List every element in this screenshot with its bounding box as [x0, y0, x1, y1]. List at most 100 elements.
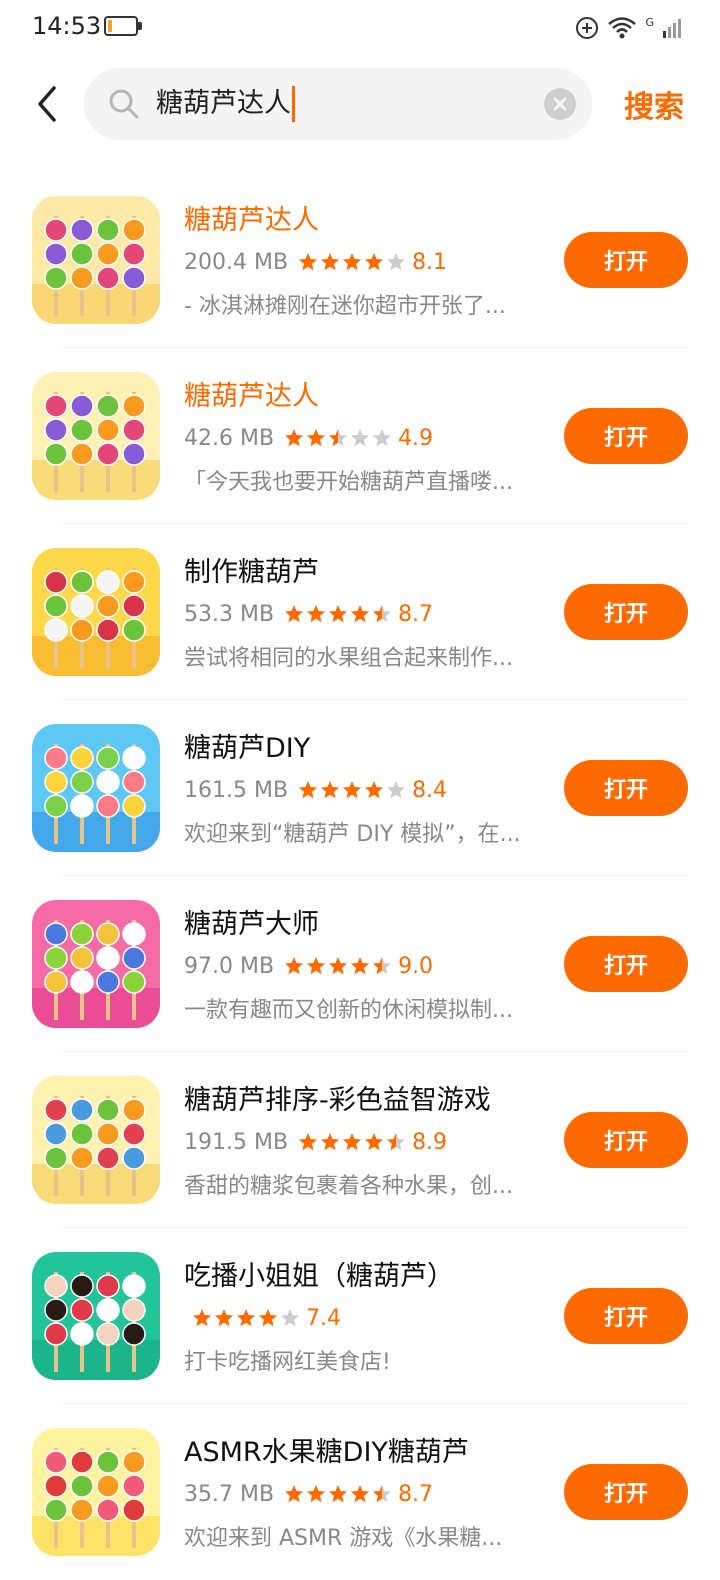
- app-description: 一款有趣而又创新的休闲模拟制...: [184, 998, 513, 1023]
- app-result-row[interactable]: 吃播小姐姐（糖葫芦） 7.4 打卡吃播网红美食店! 打开: [0, 1228, 720, 1404]
- star-icon: [373, 429, 392, 447]
- app-result-row[interactable]: 糖葫芦达人 200.4 MB 8.1 - 冰淇淋摊刚在迷你超市开张了... 打开: [0, 172, 720, 348]
- app-description: - 冰淇淋摊刚在迷你超市开张了...: [184, 294, 506, 319]
- search-row: 糖葫芦达人 搜索: [0, 68, 720, 140]
- star-icon: [351, 1485, 370, 1503]
- open-button[interactable]: 打开: [564, 232, 688, 288]
- eating-girl-icon[interactable]: [32, 1252, 160, 1380]
- open-button[interactable]: 打开: [564, 1464, 688, 1520]
- star-icon: [351, 605, 370, 623]
- signal-icon: [663, 19, 681, 38]
- app-description: 尝试将相同的水果组合起来制作...: [184, 646, 513, 671]
- open-button[interactable]: 打开: [564, 936, 688, 992]
- app-result-row[interactable]: ASMR水果糖DIY糖葫芦 35.7 MB 8.7 欢迎来到 ASMR 游戏《水果糖.…: [0, 1404, 720, 1580]
- app-result-row[interactable]: 糖葫芦达人 42.6 MB 4.9 「今天我也要开始糖葫芦直播喽... 打开: [0, 348, 720, 524]
- app-meta: 42.6 MB 4.9: [184, 422, 433, 454]
- add-circle-icon: [576, 17, 599, 39]
- app-result-row[interactable]: 糖葫芦大师 97.0 MB 9.0 一款有趣而又创新的休闲模拟制... 打开: [0, 876, 720, 1052]
- sorting-skewers-icon[interactable]: [32, 1076, 160, 1204]
- cartoon-girl-skewers-icon[interactable]: [32, 724, 160, 852]
- app-result-row[interactable]: 制作糖葫芦 53.3 MB 8.7 尝试将相同的水果组合起来制作... 打开: [0, 524, 720, 700]
- app-result-row[interactable]: 糖葫芦DIY 161.5 MB 8.4 欢迎来到“糖葫芦 DIY 模拟”，在... 打开: [0, 700, 720, 876]
- app-description: 打卡吃播网红美食店!: [184, 1350, 391, 1375]
- star-icon: [285, 429, 304, 447]
- search-query: 糖葫芦达人: [156, 88, 291, 119]
- app-description: 欢迎来到“糖葫芦 DIY 模拟”，在...: [184, 822, 521, 847]
- asmr-candy-girl-icon[interactable]: [32, 1428, 160, 1556]
- star-icon: [329, 605, 348, 623]
- network-type-label: G: [645, 15, 654, 29]
- clear-icon[interactable]: [544, 88, 576, 120]
- star-icon: [373, 605, 392, 623]
- rating-score: 8.7: [398, 1481, 434, 1507]
- fruit-candy-icon[interactable]: [32, 548, 160, 676]
- star-icon: [343, 1133, 362, 1151]
- app-meta: 191.5 MB 8.9: [184, 1126, 447, 1158]
- open-button[interactable]: 打开: [564, 1288, 688, 1344]
- star-icon: [299, 1133, 318, 1151]
- search-button[interactable]: 搜索: [624, 82, 684, 126]
- star-icon: [192, 1309, 212, 1327]
- star-icon: [285, 605, 304, 623]
- app-meta: 35.7 MB 8.7: [184, 1478, 433, 1510]
- star-rating: [284, 428, 392, 448]
- rating-score: 8.4: [412, 777, 448, 803]
- star-icon: [351, 429, 370, 447]
- open-button[interactable]: 打开: [564, 760, 688, 816]
- star-icon: [321, 253, 340, 271]
- star-rating: [298, 252, 406, 272]
- star-icon: [258, 1309, 278, 1327]
- app-description: 「今天我也要开始糖葫芦直播喽...: [184, 470, 513, 495]
- star-rating: [284, 1484, 392, 1504]
- app-meta: 200.4 MB 8.1: [184, 246, 447, 278]
- rating-score: 7.4: [306, 1305, 341, 1331]
- rating-score: 8.1: [412, 249, 448, 275]
- search-input[interactable]: 糖葫芦达人: [156, 84, 295, 124]
- status-bar: 14:53 G: [0, 0, 720, 56]
- app-size: 161.5 MB: [184, 777, 289, 803]
- search-box[interactable]: 糖葫芦达人: [84, 68, 592, 140]
- wifi-icon: [608, 17, 637, 39]
- battery-icon: [104, 16, 138, 36]
- star-icon: [321, 1133, 340, 1151]
- back-arrow-icon[interactable]: [32, 84, 62, 124]
- status-time: 14:53: [32, 12, 102, 40]
- open-button[interactable]: 打开: [564, 1112, 688, 1168]
- candied-fruit-skewers-icon[interactable]: [32, 372, 160, 500]
- app-meta: 7.4: [184, 1302, 341, 1334]
- app-size: 53.3 MB: [184, 601, 275, 627]
- results-list: 糖葫芦达人 200.4 MB 8.1- 冰淇淋摊刚在迷你超市开张了... 打开 糖葫芦达…: [0, 172, 720, 1580]
- open-button[interactable]: 打开: [564, 584, 688, 640]
- star-icon: [285, 1485, 304, 1503]
- app-size: 200.4 MB: [184, 249, 289, 275]
- star-icon: [214, 1309, 234, 1327]
- app-size: 42.6 MB: [184, 425, 275, 451]
- app-meta: 97.0 MB 9.0: [184, 950, 433, 982]
- open-button[interactable]: 打开: [564, 408, 688, 464]
- app-name: 糖葫芦DIY: [184, 733, 311, 764]
- star-icon: [365, 253, 384, 271]
- star-icon: [299, 781, 318, 799]
- candied-fruit-skewers-icon[interactable]: [32, 196, 160, 324]
- star-icon: [307, 957, 326, 975]
- app-result-row[interactable]: 糖葫芦排序-彩色益智游戏 191.5 MB 8.9 香甜的糖浆包裹着各种水果，创...…: [0, 1052, 720, 1228]
- star-rating: [192, 1308, 300, 1328]
- star-icon: [321, 781, 340, 799]
- fruit-faces-skewers-icon[interactable]: [32, 900, 160, 1028]
- rating-score: 4.9: [398, 425, 434, 451]
- star-icon: [329, 1485, 348, 1503]
- star-icon: [307, 605, 326, 623]
- star-icon: [343, 253, 362, 271]
- star-rating: [284, 956, 392, 976]
- rating-score: 8.9: [412, 1129, 448, 1155]
- star-icon: [373, 1485, 392, 1503]
- app-name: ASMR水果糖DIY糖葫芦: [184, 1437, 469, 1468]
- star-rating: [284, 604, 392, 624]
- star-icon: [387, 1133, 406, 1151]
- star-icon: [285, 957, 304, 975]
- app-description: 香甜的糖浆包裹着各种水果，创...: [184, 1174, 513, 1199]
- search-icon: [109, 89, 139, 119]
- app-size: 191.5 MB: [184, 1129, 289, 1155]
- app-meta: 161.5 MB 8.4: [184, 774, 447, 806]
- star-icon: [299, 253, 318, 271]
